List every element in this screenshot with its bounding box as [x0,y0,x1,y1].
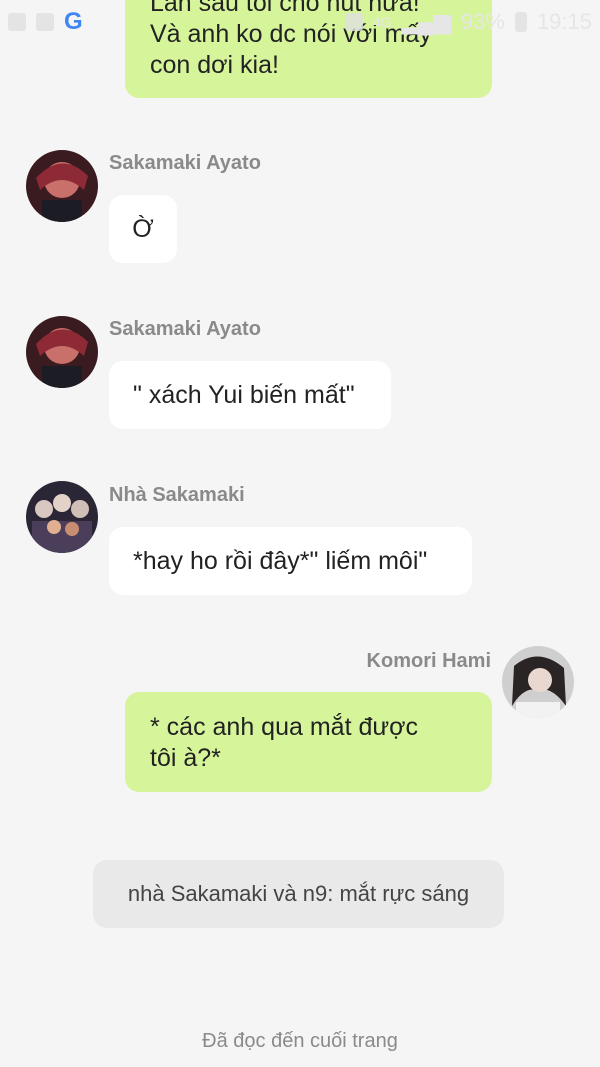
sender-name: Sakamaki Ayato [109,152,261,174]
network-label: 4G [372,14,392,30]
end-of-page-label: Đã đọc đến cuối trang [202,1030,398,1052]
status-left: G [8,8,83,36]
message-bubble[interactable]: *hay ho rồi đây*" liếm môi" [109,527,472,595]
notification-icon [8,13,26,31]
clock: 19:15 [536,9,592,34]
message-line: tôi à?* [150,744,221,772]
sender-name: Sakamaki Ayato [109,318,261,340]
battery-icon [514,12,527,32]
message-text: *hay ho rồi đây*" liếm môi" [133,546,428,575]
message-line: * các anh qua mắt được [150,713,418,741]
sender-name: Nhà Sakamaki [109,484,245,506]
google-icon: G [64,8,83,35]
status-bar: G 4G ▂▄▆ 93% 19:15 [0,0,600,44]
status-right: 4G ▂▄▆ 93% 19:15 [344,9,592,35]
hami-avatar[interactable] [502,646,574,718]
battery-level: 93% [460,9,505,34]
sakamaki-group-avatar[interactable] [26,481,98,553]
signal-icon: ▂▄▆ [401,9,451,34]
message-text: Ờ [132,214,154,243]
message-bubble[interactable]: * các anh qua mắt được tôi à?* [125,692,492,792]
message-text: " xách Yui biến mất" [133,380,355,409]
ayato-avatar[interactable] [26,150,98,222]
notification-icon-2 [36,13,54,31]
ayato-avatar[interactable] [26,316,98,388]
message-line: con dơi kia! [150,51,279,79]
system-message-text: nhà Sakamaki và n9: mắt rực sáng [127,881,470,906]
mute-icon [344,13,363,31]
message-bubble[interactable]: " xách Yui biến mất" [109,361,391,429]
sender-name: Komori Hami [366,650,491,672]
message-bubble[interactable]: Ờ [109,195,177,263]
system-message: nhà Sakamaki và n9: mắt rực sáng [93,860,504,928]
